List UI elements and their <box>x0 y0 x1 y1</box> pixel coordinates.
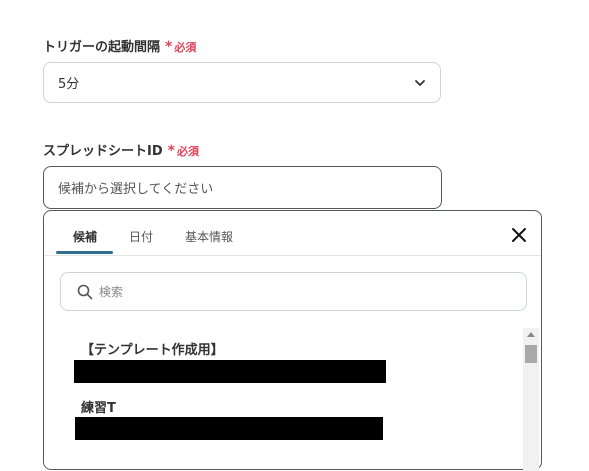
list-item-label[interactable]: 練習T <box>81 397 116 416</box>
tab-basic-info[interactable]: 基本情報 <box>185 228 233 245</box>
list-item-label[interactable]: 【テンプレート作成用】 <box>81 339 224 358</box>
dropdown-search-input[interactable]: 検索 <box>60 272 527 311</box>
close-icon[interactable] <box>510 226 528 244</box>
trigger-interval-label-text: トリガーの起動間隔 <box>43 40 161 55</box>
spreadsheet-id-label: スプレッドシートID * 必須 <box>43 140 199 159</box>
spreadsheet-id-label-text: スプレッドシートID <box>43 144 163 159</box>
tab-date[interactable]: 日付 <box>129 228 153 245</box>
search-icon <box>77 284 93 299</box>
required-star: * <box>167 143 175 159</box>
dropdown-tabs: 候補 日付 基本情報 <box>44 211 541 256</box>
active-tab-indicator <box>56 251 113 254</box>
redacted-block <box>74 360 386 383</box>
spreadsheet-id-input[interactable]: 候補から選択してください <box>43 166 442 209</box>
search-placeholder: 検索 <box>99 285 124 299</box>
chevron-down-icon <box>415 80 425 86</box>
required-badge: 必須 <box>174 41 197 54</box>
required-badge: 必須 <box>176 145 199 158</box>
redacted-block <box>75 417 383 440</box>
scrollbar-thumb[interactable] <box>525 345 537 363</box>
trigger-interval-value: 5分 <box>58 77 80 92</box>
tab-candidates[interactable]: 候補 <box>73 228 97 245</box>
scroll-up-arrow-icon[interactable] <box>527 332 535 337</box>
required-star: * <box>165 39 173 55</box>
candidate-dropdown: 候補 日付 基本情報 検索 【テンプレート作成用】 練習T <box>43 210 542 471</box>
spreadsheet-id-placeholder: 候補から選択してください <box>58 182 214 197</box>
trigger-interval-select[interactable]: 5分 <box>43 62 441 103</box>
trigger-interval-label: トリガーの起動間隔 * 必須 <box>43 36 196 55</box>
